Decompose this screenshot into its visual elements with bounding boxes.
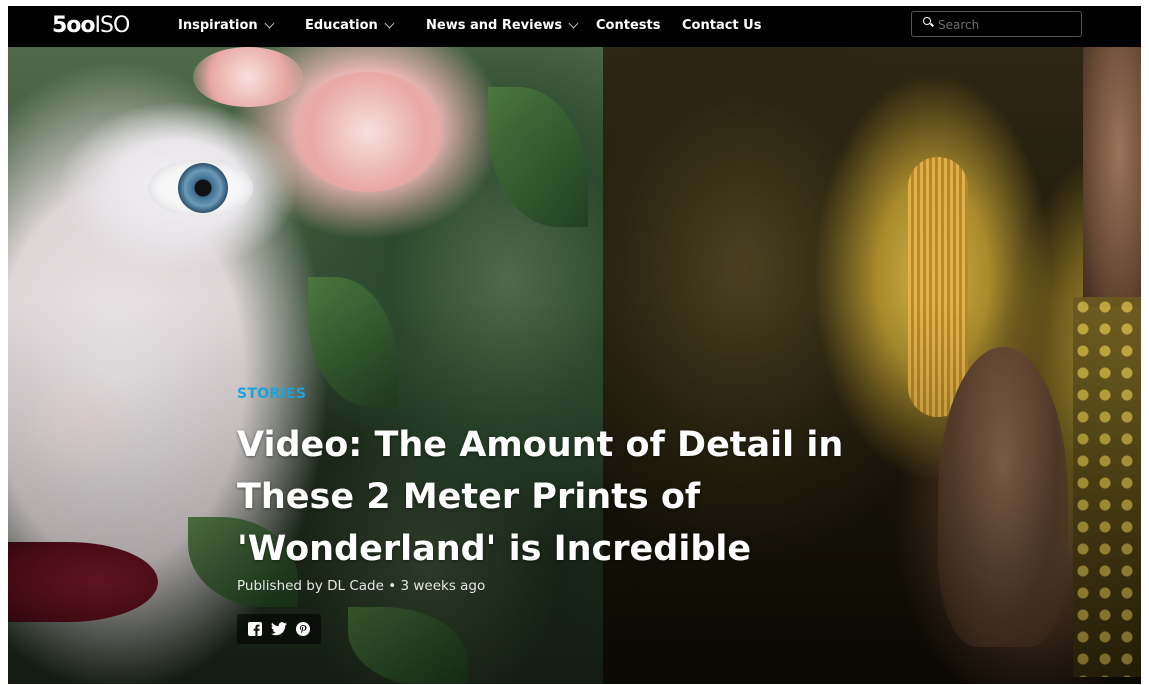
facebook-icon[interactable]	[247, 622, 262, 636]
search-input[interactable]	[936, 15, 1080, 35]
article-title[interactable]: Video: The Amount of Detail in These 2 M…	[237, 419, 917, 575]
nav-item-education[interactable]: Education	[305, 17, 395, 35]
chevron-down-icon	[264, 18, 275, 29]
site-logo[interactable]: 5ooISO	[52, 13, 131, 38]
nav-item-label: News and Reviews	[426, 18, 563, 33]
nav-item-contact-us[interactable]: Contact Us	[682, 17, 761, 35]
article-category-link[interactable]: STORIES	[237, 386, 306, 402]
logo-bold-text: 5oo	[52, 13, 96, 38]
nav-item-label: Contact Us	[682, 18, 762, 33]
hero-shade-overlay	[8, 47, 1141, 684]
nav-item-news-and-reviews[interactable]: News and Reviews	[426, 17, 579, 35]
top-navbar: 5ooISO Inspiration Education News and Re…	[8, 6, 1141, 47]
page-frame: 5ooISO Inspiration Education News and Re…	[8, 6, 1141, 684]
article-byline: Published by DL Cade • 3 weeks ago	[237, 578, 486, 594]
nav-item-label: Inspiration	[178, 18, 258, 33]
chevron-down-icon	[384, 18, 395, 29]
twitter-icon[interactable]	[270, 622, 287, 636]
nav-item-contests[interactable]: Contests	[596, 17, 660, 35]
nav-item-inspiration[interactable]: Inspiration	[178, 17, 275, 35]
logo-light-text: ISO	[94, 13, 131, 38]
pinterest-icon[interactable]	[296, 622, 311, 636]
search-box[interactable]	[911, 11, 1082, 37]
chevron-down-icon	[568, 18, 579, 29]
nav-item-label: Contests	[596, 18, 661, 33]
share-bar	[237, 614, 321, 644]
search-icon	[923, 17, 931, 25]
nav-item-label: Education	[305, 18, 378, 33]
